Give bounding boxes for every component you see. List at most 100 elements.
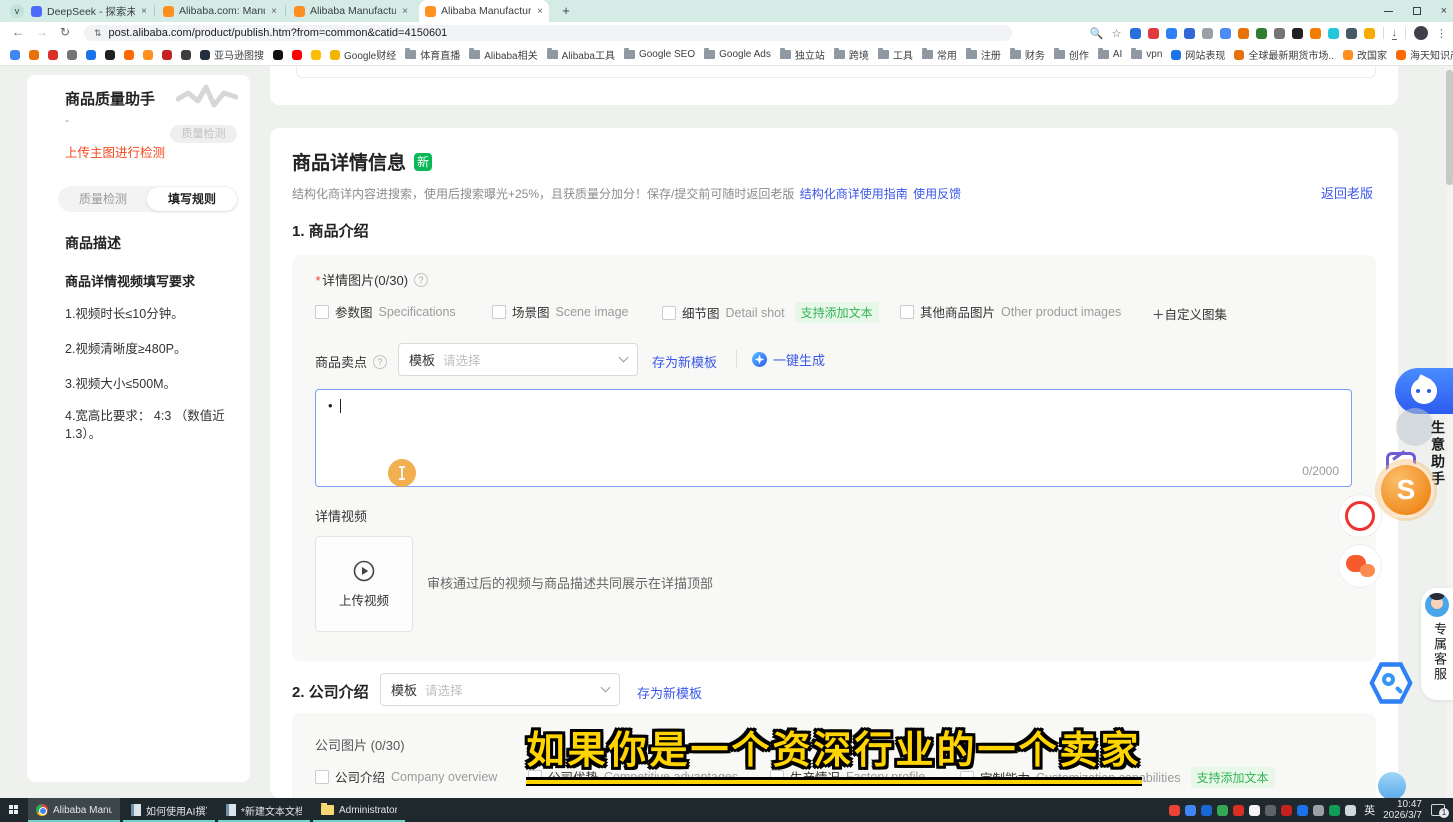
guide-link[interactable]: 结构化商详使用指南 bbox=[800, 187, 908, 201]
extension-icon[interactable] bbox=[1220, 28, 1231, 39]
tab-close-icon[interactable]: × bbox=[402, 6, 408, 17]
bookmark-site[interactable]: 亚马逊图搜 bbox=[200, 47, 264, 62]
bookmark-folder[interactable]: vpn bbox=[1131, 49, 1162, 60]
tab-alibaba-active[interactable]: Alibaba Manufacturer Direct... × bbox=[419, 0, 549, 22]
taskbar-item-notepad-2[interactable]: *新建文本文档 (2).t... bbox=[218, 798, 310, 822]
clock[interactable]: 10:47 2026/3/7 bbox=[1383, 799, 1422, 821]
bookmark-favicon[interactable] bbox=[162, 50, 172, 60]
taskbar-item-administrator[interactable]: Administrator bbox=[313, 798, 405, 822]
reload-icon[interactable]: ↻ bbox=[60, 25, 70, 39]
bookmark-site[interactable]: 全球最新期货市场.. bbox=[1234, 47, 1334, 62]
bookmark-folder[interactable]: 注册 bbox=[966, 47, 1001, 62]
extension-icon[interactable] bbox=[1364, 28, 1375, 39]
start-button[interactable] bbox=[0, 798, 28, 822]
wechat-icon[interactable] bbox=[1338, 544, 1382, 588]
bookmark-favicon[interactable] bbox=[48, 50, 58, 60]
tray-icon[interactable] bbox=[1249, 805, 1260, 816]
back-to-old-version-link[interactable]: 返回老版 bbox=[1321, 183, 1373, 202]
extension-icon[interactable] bbox=[1148, 28, 1159, 39]
extension-icon[interactable] bbox=[1256, 28, 1267, 39]
checkbox-detail-shot[interactable]: 细节图 Detail shot 支持添加文本 bbox=[662, 302, 879, 323]
tab-close-icon[interactable]: × bbox=[537, 6, 543, 17]
bookmark-favicon[interactable] bbox=[10, 50, 20, 60]
tray-icon[interactable] bbox=[1313, 805, 1324, 816]
business-assistant-button[interactable] bbox=[1395, 368, 1453, 414]
notification-center-icon[interactable]: 1 bbox=[1431, 804, 1445, 816]
bookmark-folder[interactable]: Google SEO bbox=[624, 49, 695, 60]
checkbox-specifications[interactable]: 参数图 Specifications bbox=[315, 302, 456, 321]
template-select[interactable]: 模板 请选择 bbox=[398, 343, 638, 376]
bookmark-favicon[interactable] bbox=[273, 50, 283, 60]
bookmark-favicon[interactable] bbox=[105, 50, 115, 60]
tray-icon[interactable] bbox=[1281, 805, 1292, 816]
quality-check-button[interactable]: 质量检测 bbox=[170, 125, 237, 143]
bookmark-star-icon[interactable]: ☆ bbox=[1112, 27, 1122, 40]
zoom-icon[interactable]: 🔍 bbox=[1090, 27, 1104, 40]
tray-icon[interactable] bbox=[1345, 805, 1356, 816]
extension-icon[interactable] bbox=[1292, 28, 1303, 39]
bookmark-favicon[interactable] bbox=[86, 50, 96, 60]
taskbar-item-notepad-1[interactable]: 如何使用AI撰写产... bbox=[123, 798, 215, 822]
help-icon[interactable]: ? bbox=[373, 355, 387, 369]
bookmark-favicon[interactable] bbox=[292, 50, 302, 60]
tab-alibaba-2[interactable]: Alibaba Manufacturer Direct... × bbox=[288, 0, 414, 22]
extension-icon[interactable] bbox=[1274, 28, 1285, 39]
maximize-button[interactable] bbox=[1413, 7, 1421, 15]
extension-icon[interactable] bbox=[1130, 28, 1141, 39]
bookmark-favicon[interactable] bbox=[143, 50, 153, 60]
bookmark-folder[interactable]: 工具 bbox=[878, 47, 913, 62]
bookmark-folder[interactable]: 独立站 bbox=[780, 47, 825, 62]
bookmark-folder[interactable]: Alibaba工具 bbox=[547, 47, 615, 62]
save-template-link[interactable]: 存为新模板 bbox=[652, 352, 717, 371]
extension-icon[interactable] bbox=[1310, 28, 1321, 39]
red-app-icon[interactable] bbox=[1338, 494, 1382, 538]
upload-main-image-link[interactable]: 上传主图进行检测 bbox=[65, 142, 165, 161]
checkbox-scene-image[interactable]: 场景图 Scene image bbox=[492, 302, 628, 321]
forward-icon[interactable]: → bbox=[36, 25, 48, 39]
bookmark-site[interactable]: 海天知识产权保护... bbox=[1396, 47, 1453, 62]
bookmark-folder[interactable]: Alibaba相关 bbox=[469, 47, 537, 62]
checkbox[interactable] bbox=[900, 305, 914, 319]
upload-video-button[interactable]: 上传视频 bbox=[315, 536, 413, 632]
profile-avatar[interactable] bbox=[1414, 26, 1428, 40]
tab-alibaba-1[interactable]: Alibaba.com: Manufacturers... × bbox=[157, 0, 283, 22]
tray-icon[interactable] bbox=[1201, 805, 1212, 816]
tray-icon[interactable] bbox=[1169, 805, 1180, 816]
minimize-button[interactable] bbox=[1384, 11, 1393, 12]
extension-icon[interactable] bbox=[1166, 28, 1177, 39]
help-icon[interactable]: ? bbox=[414, 273, 428, 287]
skype-icon[interactable]: S bbox=[1378, 462, 1434, 518]
extension-icon[interactable] bbox=[1328, 28, 1339, 39]
taskbar-item-chrome[interactable]: Alibaba Manufact... bbox=[28, 798, 120, 822]
bookmark-site[interactable]: 改国家 bbox=[1343, 47, 1387, 62]
tray-icon[interactable] bbox=[1217, 805, 1228, 816]
download-icon[interactable]: ↓ bbox=[1392, 27, 1398, 40]
extension-icon[interactable] bbox=[1346, 28, 1357, 39]
company-template-select[interactable]: 模板 请选择 bbox=[380, 673, 620, 706]
bookmark-folder[interactable]: 跨境 bbox=[834, 47, 869, 62]
bookmark-folder[interactable]: 创作 bbox=[1054, 47, 1089, 62]
customer-service-widget[interactable]: 专属客服 bbox=[1421, 588, 1453, 700]
bookmark-favicon[interactable] bbox=[29, 50, 39, 60]
tray-icon[interactable] bbox=[1329, 805, 1340, 816]
bookmark-folder[interactable]: 常用 bbox=[922, 47, 957, 62]
bookmark-favicon[interactable] bbox=[181, 50, 191, 60]
bookmark-favicon[interactable] bbox=[67, 50, 77, 60]
bookmark-site[interactable]: Google财经 bbox=[330, 47, 396, 62]
tab-quality-check[interactable]: 质量检测 bbox=[58, 186, 148, 212]
bookmark-favicon[interactable] bbox=[311, 50, 321, 60]
tray-icon[interactable] bbox=[1297, 805, 1308, 816]
custom-gallery-button[interactable]: ＋自定义图集 bbox=[1152, 304, 1227, 323]
tab-search-chevron-icon[interactable]: v bbox=[10, 4, 24, 18]
scrollbar-thumb[interactable] bbox=[1446, 70, 1453, 185]
bookmark-folder[interactable]: 财务 bbox=[1010, 47, 1045, 62]
back-icon[interactable]: ← bbox=[12, 25, 24, 39]
checkbox[interactable] bbox=[662, 306, 676, 320]
bookmark-folder[interactable]: 体育直播 bbox=[405, 47, 460, 62]
extension-icon[interactable] bbox=[1238, 28, 1249, 39]
checkbox[interactable] bbox=[315, 305, 329, 319]
tray-icon[interactable] bbox=[1233, 805, 1244, 816]
language-indicator[interactable]: 英 bbox=[1364, 802, 1375, 818]
menu-kebab-icon[interactable]: ⋮ bbox=[1436, 27, 1447, 40]
bookmark-favicon[interactable] bbox=[124, 50, 134, 60]
